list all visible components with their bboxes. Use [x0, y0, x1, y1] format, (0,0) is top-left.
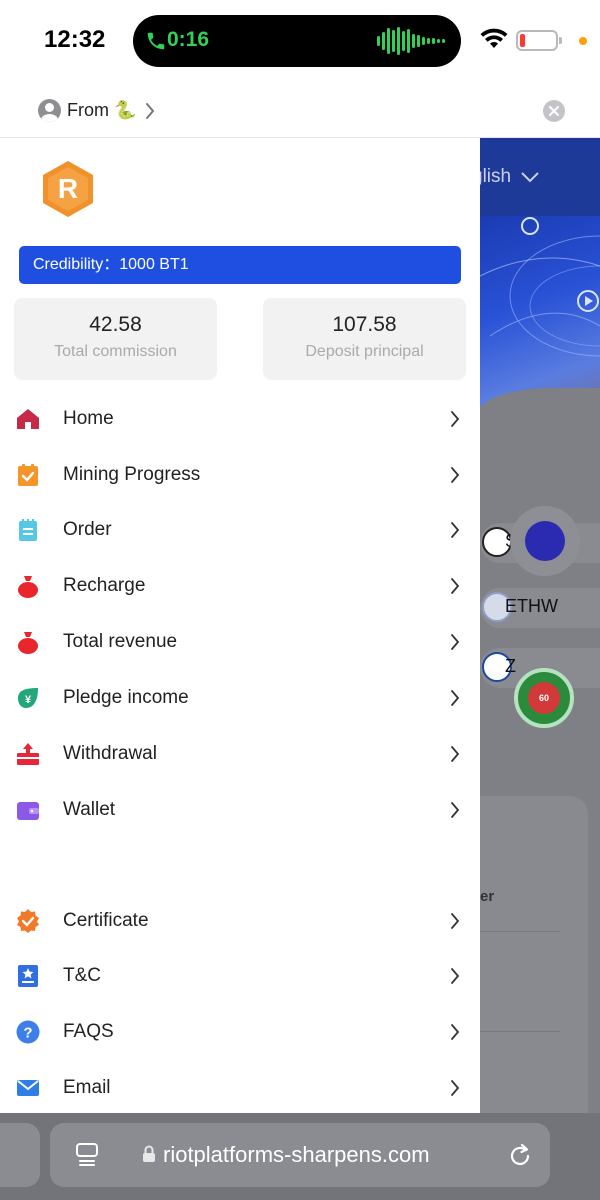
stat-label: Total commission: [54, 343, 177, 360]
total-commission-card: 42.58 Total commission: [14, 298, 217, 380]
mail-icon: [17, 1080, 39, 1096]
certificate-badge-icon: [17, 909, 39, 933]
leaf-coin-icon: ¥: [18, 688, 38, 708]
menu-item-wallet[interactable]: Wallet: [0, 784, 480, 840]
menu-item-tc[interactable]: T&C: [0, 950, 480, 1006]
menu-item-withdrawal[interactable]: Withdrawal: [0, 728, 480, 784]
chevron-right-icon: [451, 1080, 460, 1096]
chevron-down-icon: [521, 172, 540, 183]
reader-icon[interactable]: [76, 1143, 98, 1167]
svg-text:R: R: [58, 173, 78, 204]
menu-item-order[interactable]: Order: [0, 504, 480, 560]
from-bar[interactable]: From 🐍: [0, 82, 600, 138]
from-label[interactable]: From 🐍: [67, 100, 136, 121]
menu-item-home[interactable]: Home: [0, 393, 480, 449]
stat-label: Deposit principal: [305, 343, 424, 360]
chevron-right-icon: [451, 467, 460, 483]
chevron-right-icon: [451, 522, 460, 538]
browser-bottom-bar: riotplatforms-sharpens.com: [0, 1113, 600, 1200]
menu-item-certificate[interactable]: Certificate: [0, 895, 480, 951]
chevron-right-icon: [451, 968, 460, 984]
svg-text:¥: ¥: [25, 694, 32, 706]
address-bar[interactable]: riotplatforms-sharpens.com: [50, 1123, 550, 1187]
chevron-right-icon: [451, 1024, 460, 1040]
battery-icon: [516, 30, 562, 51]
chevron-right-icon: [451, 690, 460, 706]
customer-support-icon[interactable]: [510, 506, 580, 576]
question-icon: ?: [16, 1020, 40, 1044]
menu-item-email[interactable]: Email: [0, 1062, 480, 1118]
url-text[interactable]: riotplatforms-sharpens.com: [163, 1142, 430, 1168]
waveform-icon: [377, 27, 445, 55]
side-drawer: R Credibility：1000 BT1 42.58 Total commi…: [0, 138, 480, 1113]
deposit-principal-card: 107.58 Deposit principal: [263, 298, 466, 380]
menu-label: Email: [63, 1077, 111, 1098]
money-bag-icon: [18, 576, 38, 598]
bg-banner: [480, 216, 600, 406]
credibility-bar: Credibility：1000 BT1: [19, 246, 461, 284]
stat-value: 107.58: [332, 313, 397, 336]
chevron-right-icon: [451, 746, 460, 762]
phone-icon: [147, 32, 165, 50]
chevron-right-icon[interactable]: [145, 102, 155, 120]
status-bar: 12:32 0:16: [0, 0, 600, 82]
menu-label: Certificate: [63, 910, 149, 931]
chevron-right-icon: [451, 802, 460, 818]
wallet-icon: [17, 802, 39, 820]
menu-label: Home: [63, 408, 114, 429]
dynamic-island-call[interactable]: 0:16: [133, 15, 461, 67]
money-bag-icon: [18, 632, 38, 654]
svg-text:?: ?: [23, 1025, 32, 1042]
chevron-right-icon: [451, 578, 460, 594]
document-star-icon: [18, 965, 38, 987]
menu-label: Order: [63, 519, 112, 540]
bg-header: glish: [480, 138, 600, 216]
menu-label: T&C: [63, 965, 101, 986]
chevron-right-icon: [451, 913, 460, 929]
notepad-icon: [19, 519, 37, 541]
close-icon[interactable]: [543, 100, 565, 122]
menu-label: FAQS: [63, 1021, 114, 1042]
clipboard-check-icon: [18, 464, 38, 486]
stat-value: 42.58: [89, 313, 142, 336]
menu-item-recharge[interactable]: Recharge: [0, 560, 480, 616]
lock-icon: [143, 1145, 155, 1162]
call-duration: 0:16: [167, 28, 210, 51]
privacy-indicator-dot: [579, 37, 587, 45]
menu-item-pledge-income[interactable]: ¥ Pledge income: [0, 672, 480, 728]
background-app[interactable]: glish SF ETHW Z 60 er: [480, 138, 600, 1113]
menu-label: Withdrawal: [63, 743, 157, 764]
home-icon: [17, 409, 39, 429]
upload-box-icon: [17, 743, 39, 765]
menu-item-mining-progress[interactable]: Mining Progress: [0, 449, 480, 505]
chevron-right-icon: [451, 634, 460, 650]
menu-label: Pledge income: [63, 687, 189, 708]
coin-row[interactable]: ETHW: [480, 588, 600, 628]
menu-label: Total revenue: [63, 631, 178, 652]
menu-label: Wallet: [63, 799, 116, 820]
wifi-icon: [480, 28, 508, 48]
previous-tab[interactable]: [0, 1123, 40, 1187]
bg-card: er: [480, 796, 588, 1113]
globe-network-graphic: [480, 217, 600, 357]
menu-label: Mining Progress: [63, 464, 201, 485]
reload-icon[interactable]: [508, 1142, 532, 1168]
clock: 12:32: [44, 26, 106, 53]
logo-icon: R: [43, 161, 93, 217]
timer-icon[interactable]: 60: [514, 668, 574, 728]
menu-label: Recharge: [63, 575, 146, 596]
menu-item-total-revenue[interactable]: Total revenue: [0, 616, 480, 672]
chevron-right-icon: [451, 411, 460, 427]
language-selector[interactable]: glish: [480, 166, 540, 188]
user-icon: [38, 99, 61, 122]
menu-item-faqs[interactable]: ? FAQS: [0, 1006, 480, 1062]
